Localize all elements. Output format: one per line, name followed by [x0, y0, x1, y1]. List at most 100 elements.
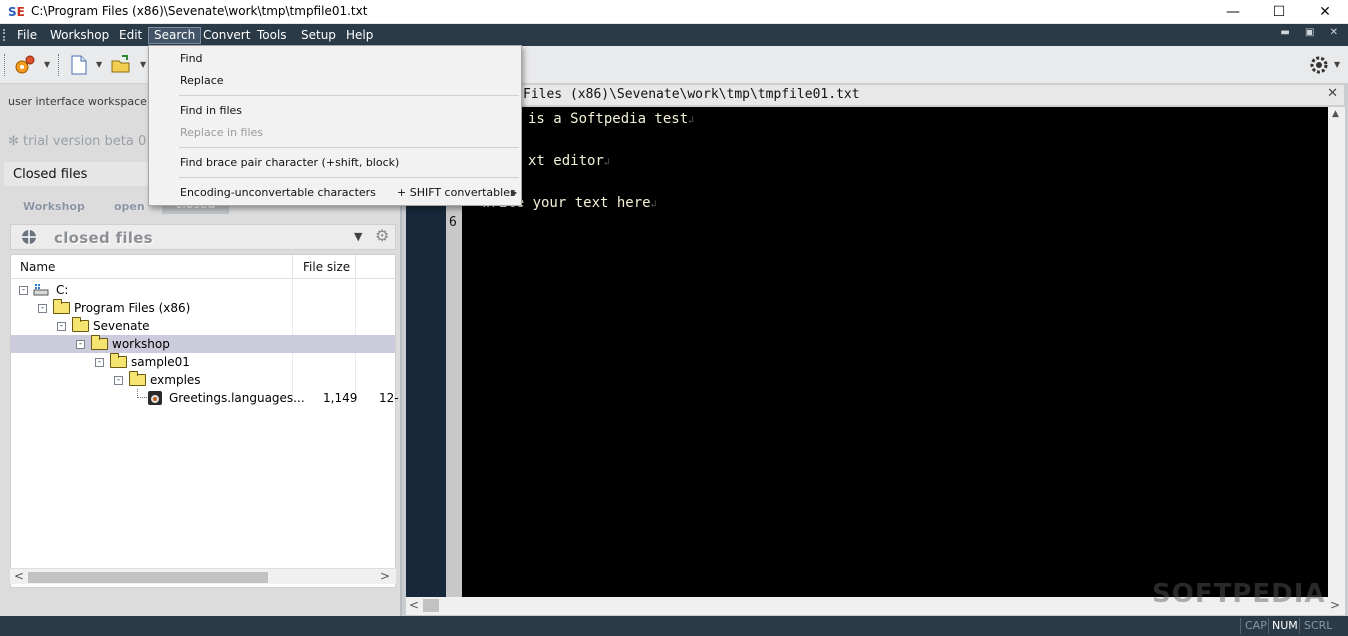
close-window-button[interactable]: ✕ — [1302, 0, 1348, 24]
workshop-dropdown-icon[interactable]: ▼ — [44, 60, 50, 69]
menu-item-find-brace[interactable]: Find brace pair character (+shift, block… — [180, 156, 399, 169]
subtab-open[interactable]: open — [114, 200, 145, 213]
folder-icon — [91, 335, 108, 350]
workshop-gears-icon[interactable] — [14, 54, 36, 76]
editor-vertical-scrollbar[interactable]: ▲ — [1328, 107, 1345, 597]
menu-search[interactable]: Search — [148, 27, 202, 44]
tree-row-program-files[interactable]: - Program Files (x86) — [11, 299, 395, 317]
tree-label: sample01 — [131, 355, 190, 369]
tree-label: Greetings.languages... — [169, 391, 305, 405]
menu-edit[interactable]: Edit — [114, 27, 147, 44]
new-file-dropdown-icon[interactable]: ▼ — [96, 60, 102, 69]
workspace-label: user interface workspace — [8, 95, 147, 108]
status-caps-lock: CAP — [1245, 619, 1267, 632]
menu-separator — [179, 147, 519, 148]
tree-row-greetings-file[interactable]: Greetings.languages... 1,149 12- — [11, 389, 399, 407]
file-size: 1,149 — [323, 391, 358, 405]
tree-column-header: Name File size — [11, 255, 395, 279]
open-folder-dropdown-icon[interactable]: ▼ — [140, 60, 146, 69]
scroll-up-icon[interactable]: ▲ — [1332, 109, 1339, 119]
drive-icon — [33, 284, 49, 296]
open-folder-icon[interactable] — [110, 54, 132, 76]
compass-icon[interactable] — [21, 229, 37, 245]
scroll-left-icon[interactable]: < — [14, 569, 24, 583]
status-scroll-lock: SCRL — [1304, 619, 1333, 632]
collapse-icon[interactable]: - — [38, 304, 47, 313]
tree-row-drive-c[interactable]: - C: — [11, 281, 395, 299]
code-line: xt editor↲ — [528, 153, 610, 169]
menu-grip-icon — [3, 29, 6, 41]
menu-tools[interactable]: Tools — [252, 27, 292, 44]
menu-item-replace[interactable]: Replace — [180, 74, 224, 87]
minimize-button[interactable]: — — [1210, 0, 1256, 24]
menu-workshop[interactable]: Workshop — [45, 27, 114, 44]
tree-row-sample01[interactable]: - sample01 — [11, 353, 395, 371]
softpedia-watermark: SOFTPEDIA — [1152, 579, 1326, 609]
collapse-icon[interactable]: - — [76, 340, 85, 349]
file-type-icon — [148, 391, 162, 405]
end-of-line-mark: ↲ — [688, 115, 695, 126]
menu-item-shortcut: + SHIFT convertables — [397, 186, 516, 199]
tree-row-workshop[interactable]: - workshop — [11, 335, 395, 353]
menu-separator — [179, 95, 519, 96]
collapse-icon[interactable]: - — [95, 358, 104, 367]
column-separator[interactable] — [292, 255, 293, 279]
menu-separator — [179, 177, 519, 178]
toolbar-grip-icon — [4, 54, 6, 76]
editor-document-tab[interactable]: Files (x86)\Sevenate\work\tmp\tmpfile01.… — [404, 84, 1345, 106]
collapse-icon[interactable]: - — [19, 286, 28, 295]
file-date: 12- — [379, 391, 399, 405]
column-file-size[interactable]: File size — [303, 260, 350, 274]
window-title: C:\Program Files (x86)\Sevenate\work\tmp… — [31, 4, 368, 18]
menu-item-encoding-unconvertable[interactable]: Encoding-unconvertable characters — [180, 186, 376, 199]
file-tree-view: Name File size - C: - Program Files (x86… — [10, 254, 399, 588]
folder-icon — [53, 299, 70, 314]
close-document-icon[interactable]: ✕ — [1327, 86, 1338, 101]
code-editor[interactable]: is a Softpedia test↲ xt editor↲ write yo… — [462, 107, 1328, 597]
toolbar-separator — [58, 54, 60, 76]
tree-row-sevenate[interactable]: - Sevenate — [11, 317, 395, 335]
scroll-thumb[interactable] — [423, 599, 439, 612]
collapse-icon[interactable]: - — [114, 376, 123, 385]
folder-dropdown-icon[interactable]: ▼ — [354, 230, 362, 243]
menu-item-replace-in-files: Replace in files — [180, 126, 264, 139]
tree-label: Sevenate — [93, 319, 150, 333]
settings-dropdown-icon[interactable]: ▼ — [1334, 60, 1340, 69]
status-bar: CAP NUM SCRL — [0, 616, 1348, 636]
settings-gear-icon[interactable] — [1308, 54, 1330, 76]
new-file-icon[interactable] — [68, 54, 90, 76]
folder-settings-gear-icon[interactable]: ⚙ — [375, 226, 389, 245]
scroll-right-icon[interactable]: > — [380, 569, 390, 583]
folder-icon — [110, 353, 127, 368]
menu-item-find[interactable]: Find — [180, 52, 203, 65]
end-of-line-mark: ↲ — [650, 199, 657, 210]
menu-file[interactable]: File — [12, 27, 42, 44]
tree-horizontal-scrollbar[interactable]: < > — [10, 568, 396, 584]
trial-version-label: ✻ trial version beta 0.9 — [8, 134, 159, 149]
scroll-thumb[interactable] — [28, 572, 268, 583]
menu-setup[interactable]: Setup — [296, 27, 341, 44]
menu-item-find-in-files[interactable]: Find in files — [180, 104, 242, 117]
folder-title: closed files — [54, 229, 153, 247]
editor-file-path: Files (x86)\Sevenate\work\tmp\tmpfile01.… — [523, 87, 860, 102]
scroll-left-icon[interactable]: < — [409, 598, 419, 612]
column-name[interactable]: Name — [20, 260, 55, 274]
status-separator — [1268, 618, 1269, 634]
tree-label: workshop — [112, 337, 170, 351]
menu-help[interactable]: Help — [341, 27, 378, 44]
mdi-window-controls[interactable]: ▬ ▣ ✕ — [1280, 27, 1344, 38]
tree-label: C: — [56, 283, 69, 297]
maximize-button[interactable]: ☐ — [1256, 0, 1302, 24]
scroll-right-icon[interactable]: > — [1330, 598, 1340, 612]
closed-files-title: Closed files — [13, 167, 88, 182]
code-line: is a Softpedia test↲ — [528, 111, 695, 127]
line-number: 6 — [449, 215, 457, 230]
tree-connector — [137, 389, 147, 398]
collapse-icon[interactable]: - — [57, 322, 66, 331]
column-separator[interactable] — [355, 255, 356, 279]
menu-convert[interactable]: Convert — [198, 27, 255, 44]
end-of-line-mark: ↲ — [603, 157, 610, 168]
subtab-workshop[interactable]: Workshop — [23, 200, 85, 213]
folder-icon — [129, 371, 146, 386]
tree-row-exmples[interactable]: - exmples — [11, 371, 395, 389]
